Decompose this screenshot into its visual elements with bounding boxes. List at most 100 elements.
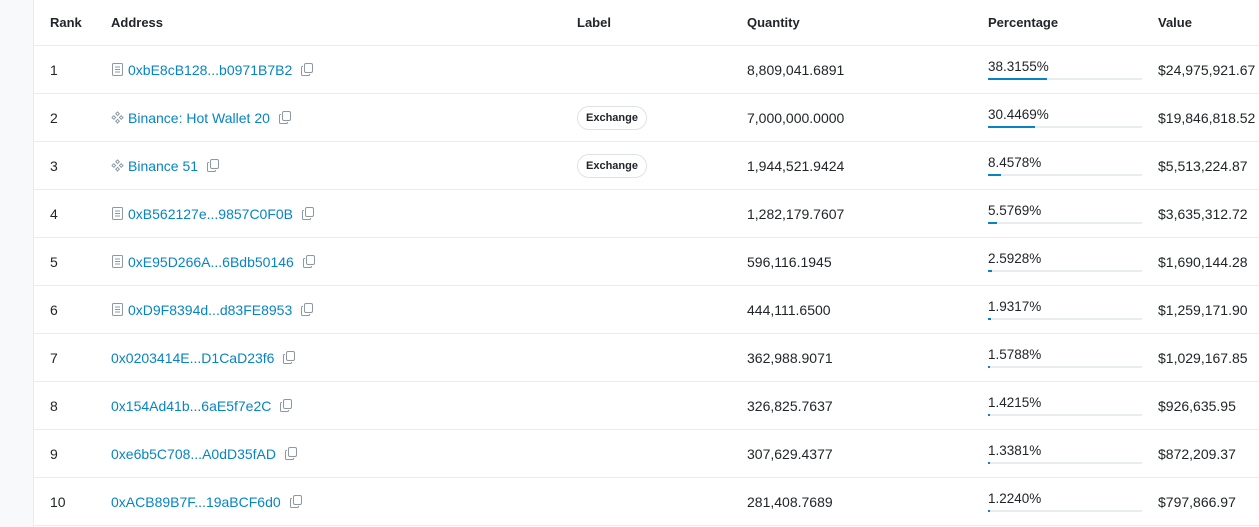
label-cell <box>577 285 747 334</box>
copy-icon[interactable] <box>279 399 293 413</box>
percentage-value: 38.3155% <box>988 59 1049 74</box>
address-link[interactable]: 0xe6b5C708...A0dD35fAD <box>111 446 276 462</box>
address-wrap: Binance: Hot Wallet 20 <box>111 110 577 126</box>
address-wrap: 0xbE8cB128...b0971B7B2 <box>111 62 577 78</box>
address-cell: Binance: Hot Wallet 20 <box>111 93 577 142</box>
copy-icon[interactable] <box>301 207 315 221</box>
label-badge[interactable]: Exchange <box>577 153 647 178</box>
value-cell: $1,690,144.28 <box>1158 237 1259 286</box>
percentage-bar <box>988 414 1142 416</box>
quantity-cell: 362,988.9071 <box>747 333 988 382</box>
table-row-8: 8 0x154Ad41b...6aE5f7e2C 326,825.7637 1.… <box>34 381 1259 430</box>
label-cell <box>577 381 747 430</box>
percentage-value: 1.5788% <box>988 347 1042 362</box>
percentage-cell: 5.5769% <box>988 189 1158 238</box>
address-wrap: 0xe6b5C708...A0dD35fAD <box>111 446 577 462</box>
percentage-cell: 8.4578% <box>988 141 1158 190</box>
table-body: 1 0xbE8cB128...b0971B7B2 8,809,041.6891 … <box>34 45 1259 526</box>
header-label: Label <box>577 0 747 46</box>
table-row-7: 7 0x0203414E...D1CaD23f6 362,988.9071 1.… <box>34 333 1259 382</box>
quantity-cell: 326,825.7637 <box>747 381 988 430</box>
value-amount: $1,690,144.28 <box>1158 253 1248 270</box>
address-wrap: 0x0203414E...D1CaD23f6 <box>111 350 577 366</box>
address-wrap: Binance 51 <box>111 158 577 174</box>
address-link[interactable]: 0xE95D266A...6Bdb50146 <box>128 254 294 270</box>
percentage-bar-fill <box>988 510 990 512</box>
address-link[interactable]: Binance 51 <box>128 158 198 174</box>
percentage-value: 1.4215% <box>988 395 1042 410</box>
address-wrap: 0xB562127e...9857C0F0B <box>111 206 577 222</box>
quantity-cell: 281,408.7689 <box>747 477 988 526</box>
table-row-9: 9 0xe6b5C708...A0dD35fAD 307,629.4377 1.… <box>34 429 1259 478</box>
rank-cell: 8 <box>34 381 111 430</box>
address-link[interactable]: 0x154Ad41b...6aE5f7e2C <box>111 398 271 414</box>
percentage-bar <box>988 462 1142 464</box>
label-cell: Exchange <box>577 93 747 142</box>
holders-table: Rank Address Label Quantity Percentage V… <box>34 0 1259 526</box>
address-link[interactable]: 0xD9F8394d...d83FE8953 <box>128 302 292 318</box>
copy-icon[interactable] <box>284 447 298 461</box>
quantity-value: 326,825.7637 <box>747 397 833 414</box>
rank-value: 10 <box>50 493 66 510</box>
copy-icon[interactable] <box>302 255 316 269</box>
copy-icon[interactable] <box>289 495 303 509</box>
table-row-5: 5 0xE95D266A...6Bdb50146 596,116.1945 2.… <box>34 237 1259 286</box>
rank-cell: 9 <box>34 429 111 478</box>
page: Rank Address Label Quantity Percentage V… <box>0 0 1259 527</box>
percentage-cell: 30.4469% <box>988 93 1158 142</box>
value-amount: $5,513,224.87 <box>1158 157 1248 174</box>
value-cell: $797,866.97 <box>1158 477 1259 526</box>
percentage-value: 1.2240% <box>988 491 1042 506</box>
rank-cell: 3 <box>34 141 111 190</box>
holders-card: Rank Address Label Quantity Percentage V… <box>33 0 1259 527</box>
table-row-3: 3 Binance 51 Exchange 1,944,521.9424 8.4… <box>34 141 1259 190</box>
address-cell: 0x154Ad41b...6aE5f7e2C <box>111 381 577 430</box>
address-link[interactable]: 0x0203414E...D1CaD23f6 <box>111 350 274 366</box>
quantity-cell: 7,000,000.0000 <box>747 93 988 142</box>
rank-value: 8 <box>50 397 58 414</box>
table-row-10: 10 0xACB89B7F...19aBCF6d0 281,408.7689 1… <box>34 477 1259 526</box>
percentage-bar-fill <box>988 78 1047 80</box>
address-cell: 0x0203414E...D1CaD23f6 <box>111 333 577 382</box>
header-rank: Rank <box>34 0 111 46</box>
quantity-value: 596,116.1945 <box>747 253 832 270</box>
quantity-value: 7,000,000.0000 <box>747 109 845 126</box>
value-amount: $1,029,167.85 <box>1158 349 1248 366</box>
rank-value: 3 <box>50 157 58 174</box>
percentage-cell: 38.3155% <box>988 45 1158 94</box>
copy-icon[interactable] <box>300 63 314 77</box>
copy-icon[interactable] <box>300 303 314 317</box>
header-quantity: Quantity <box>747 0 988 46</box>
copy-icon[interactable] <box>278 111 292 125</box>
percentage-value: 1.9317% <box>988 299 1042 314</box>
rank-cell: 4 <box>34 189 111 238</box>
rank-cell: 2 <box>34 93 111 142</box>
percentage-value: 30.4469% <box>988 107 1049 122</box>
header-row: Rank Address Label Quantity Percentage V… <box>34 0 1259 46</box>
address-cell: 0xE95D266A...6Bdb50146 <box>111 237 577 286</box>
rank-value: 1 <box>50 61 58 78</box>
value-amount: $926,635.95 <box>1158 397 1236 414</box>
address-link[interactable]: Binance: Hot Wallet 20 <box>128 110 270 126</box>
address-link[interactable]: 0xB562127e...9857C0F0B <box>128 206 293 222</box>
address-link[interactable]: 0xbE8cB128...b0971B7B2 <box>128 62 292 78</box>
address-cell: 0xD9F8394d...d83FE8953 <box>111 285 577 334</box>
percentage-cell: 1.4215% <box>988 381 1158 430</box>
percentage-cell: 1.2240% <box>988 477 1158 526</box>
address-link[interactable]: 0xACB89B7F...19aBCF6d0 <box>111 494 281 510</box>
copy-icon[interactable] <box>206 159 220 173</box>
copy-icon[interactable] <box>282 351 296 365</box>
value-cell: $926,635.95 <box>1158 381 1259 430</box>
percentage-cell: 2.5928% <box>988 237 1158 286</box>
label-cell <box>577 333 747 382</box>
value-cell: $3,635,312.72 <box>1158 189 1259 238</box>
percentage-bar-fill <box>988 222 997 224</box>
quantity-cell: 1,944,521.9424 <box>747 141 988 190</box>
percentage-cell: 1.9317% <box>988 285 1158 334</box>
rank-value: 9 <box>50 445 58 462</box>
value-amount: $19,846,818.52 <box>1158 109 1256 126</box>
label-badge[interactable]: Exchange <box>577 105 647 130</box>
address-wrap: 0xD9F8394d...d83FE8953 <box>111 302 577 318</box>
quantity-value: 444,111.6500 <box>747 301 831 318</box>
label-cell: Exchange <box>577 141 747 190</box>
